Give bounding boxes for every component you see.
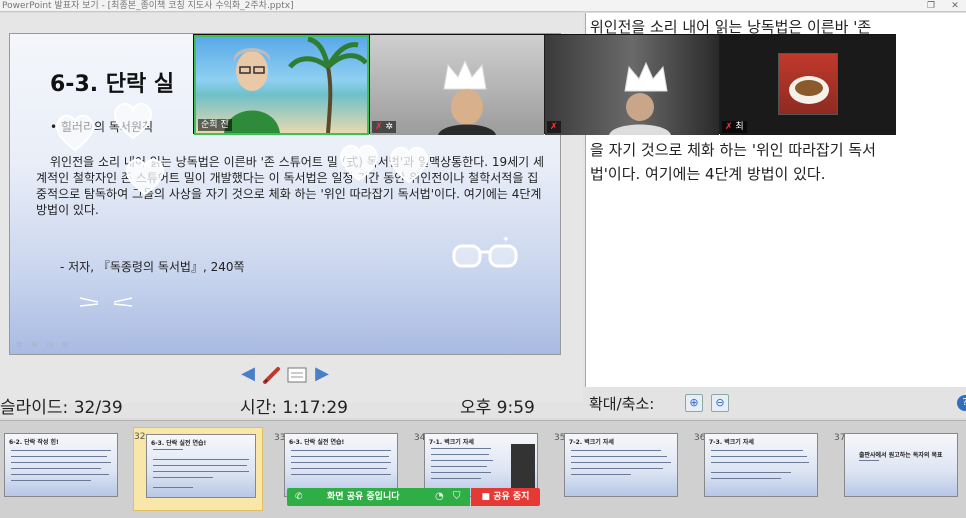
- timer-icon[interactable]: ◔: [435, 488, 444, 506]
- current-clock: 오후 9:59: [460, 398, 535, 418]
- pen-icon[interactable]: [262, 365, 282, 385]
- restore-icon[interactable]: ❐: [920, 0, 942, 12]
- palm-tree-background: [288, 37, 367, 133]
- participant-name: ✗ 최: [722, 121, 747, 133]
- screen-share-bar: ✆ 화면 공유 중입니다 ◔ ⛉ ■ 공유 중지: [287, 488, 540, 506]
- svg-text:✦: ✦: [502, 235, 510, 245]
- presenter-status-bar: 슬라이드: 32/39 시간: 1:17:29 오후 9:59: [0, 391, 583, 418]
- screen-sharing-indicator: ✆ 화면 공유 중입니다 ◔ ⛉: [287, 488, 470, 506]
- thumbnail-slide[interactable]: 6-2. 단락 작성 힌!: [0, 429, 132, 509]
- video-tile-4[interactable]: ✗ 최: [720, 35, 896, 135]
- sharing-status-text: 화면 공유 중입니다: [327, 492, 400, 502]
- elapsed-time: 시간: 1:17:29: [240, 398, 348, 418]
- heart-sticker-icon: [114, 102, 152, 140]
- participant-person: [609, 93, 671, 135]
- heart-sticker-icon: [340, 144, 378, 182]
- heart-sticker-icon: [390, 146, 428, 184]
- whiskers-sticker-icon: [79, 297, 133, 307]
- thumbnail-slide[interactable]: 35 7-2. 벽크기 자세: [554, 429, 692, 509]
- participant-name: 순희 진: [198, 119, 232, 131]
- book-cover-image: [511, 444, 535, 488]
- stop-sharing-button[interactable]: ■ 공유 중지: [471, 488, 540, 506]
- thumbnail-slide[interactable]: 37 출판사에서 원고하는 독자의 목표: [834, 429, 966, 509]
- zoom-out-icon[interactable]: ⊖: [711, 394, 729, 412]
- slide-footer-decor: ⊠ ⊞ ⊟ ⊠: [16, 340, 72, 349]
- video-tile-3[interactable]: ✗: [545, 35, 719, 135]
- slide-title: 6-3. 단락 실: [50, 72, 175, 97]
- glasses-sticker-icon: ✦: [452, 235, 518, 268]
- presenter-view: PowerPoint 발표자 보기 - [최종본_종이책 코칭 지도사 수익화_…: [0, 0, 966, 518]
- video-participant-strip: 순희 진 ✗ ✲ ✗ ✗ 최: [193, 34, 896, 135]
- zoom-in-icon[interactable]: ⊕: [685, 394, 703, 412]
- mic-muted-icon: ✗ ✲: [372, 121, 396, 133]
- slide-body: 위인전을 소리 내어 읽는 낭독법은 이른바 '존 스튜어트 밀 (式) 독서법…: [36, 155, 545, 217]
- video-tile-1[interactable]: 순희 진: [194, 35, 369, 135]
- slide-reference: - 저자, 『독종령의 독서법』, 240쪽: [60, 260, 245, 274]
- previous-slide-icon[interactable]: ◀: [237, 365, 259, 383]
- thumbnail-slide[interactable]: 36 7-3. 벽크기 자세: [694, 429, 832, 509]
- slide-counter: 슬라이드: 32/39: [0, 398, 123, 418]
- video-tile-2[interactable]: ✗ ✲: [370, 35, 544, 135]
- screen-options-icon[interactable]: [287, 367, 307, 383]
- title-bar: PowerPoint 발표자 보기 - [최종본_종이책 코칭 지도사 수익화_…: [0, 0, 966, 12]
- window-title: PowerPoint 발표자 보기 - [최종본_종이책 코칭 지도사 수익화_…: [2, 1, 294, 11]
- close-icon[interactable]: ✕: [944, 0, 966, 12]
- zoom-controls: 확대/축소: ⊕ ⊖ ?: [585, 389, 966, 417]
- help-icon[interactable]: ?: [957, 395, 966, 411]
- participant-avatar: [778, 53, 838, 115]
- zoom-label: 확대/축소:: [589, 395, 655, 413]
- heart-sticker-icon: [126, 158, 164, 196]
- coffee-cup-icon: [789, 76, 829, 104]
- next-slide-icon[interactable]: ▶: [311, 365, 333, 383]
- participant-person: [438, 89, 496, 135]
- mic-muted-icon: ✗: [547, 121, 561, 133]
- thumbnail-slide-current[interactable]: 32 6-3. 단락 실전 연습!: [133, 427, 263, 511]
- phone-icon: ✆: [295, 492, 303, 502]
- shield-icon[interactable]: ⛉: [453, 488, 461, 506]
- heart-sticker-icon: [56, 114, 94, 152]
- crown-filter-icon: [624, 61, 668, 92]
- slide-navigation: ◀ ▶: [0, 355, 583, 387]
